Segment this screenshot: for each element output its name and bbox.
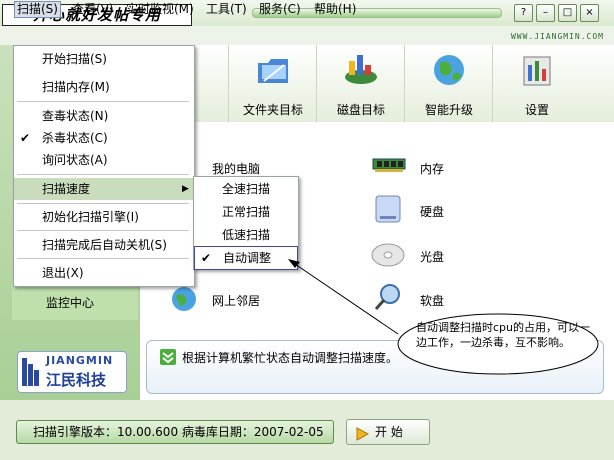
annotation-arrow — [288, 259, 599, 375]
annotation-line — [291, 261, 399, 335]
annotation-text: 自动调整扫描时cpu的占用，可以一边工作，一边杀毒，互不影响。 — [416, 321, 591, 349]
